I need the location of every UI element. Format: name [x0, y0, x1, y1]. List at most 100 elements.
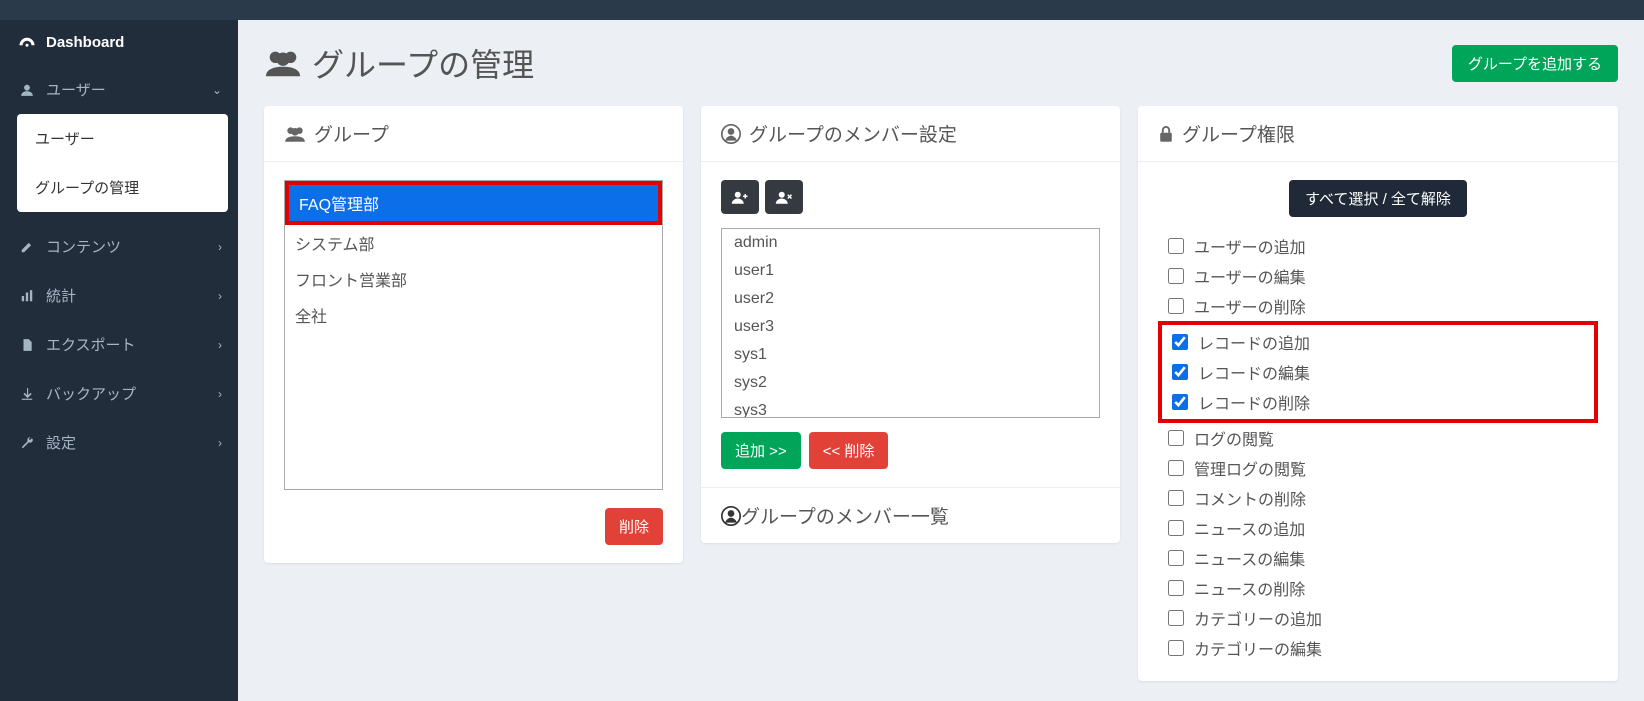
sidebar-label: Dashboard [46, 34, 124, 51]
permission-checkbox[interactable] [1168, 238, 1184, 254]
permissions-list: ユーザーの追加ユーザーの編集ユーザーの削除レコードの追加レコードの編集レコードの… [1158, 231, 1598, 663]
sidebar-item-dashboard[interactable]: Dashboard [0, 20, 238, 65]
file-icon [16, 338, 38, 352]
delete-group-button[interactable]: 削除 [605, 508, 663, 545]
chevron-right-icon: › [218, 240, 222, 254]
sidebar-sub-group[interactable]: グループの管理 [17, 163, 228, 212]
member-item[interactable]: sys3 [722, 397, 1099, 418]
permission-item[interactable]: レコードの追加 [1162, 327, 1594, 357]
permission-checkbox[interactable] [1168, 268, 1184, 284]
add-group-button[interactable]: グループを追加する [1452, 45, 1618, 82]
main-content: グループの管理 グループを追加する グループ FAQ管理部システム部フロント営業… [238, 20, 1644, 701]
panel-title: グループ [314, 120, 389, 147]
members-listbox[interactable]: adminuser1user2user3sys1sys2sys3 [721, 228, 1100, 418]
edit-icon [16, 240, 38, 254]
user-circle-icon [721, 124, 741, 144]
users-icon [284, 125, 306, 143]
group-item[interactable]: フロント営業部 [285, 261, 662, 297]
sidebar-sub-user[interactable]: ユーザー [17, 114, 228, 163]
top-bar [0, 0, 1644, 20]
member-item[interactable]: sys2 [722, 369, 1099, 397]
permission-label: ユーザーの削除 [1194, 294, 1306, 318]
permission-checkbox[interactable] [1168, 610, 1184, 626]
chevron-down-icon: ⌄ [212, 83, 222, 97]
permission-label: ユーザーの編集 [1194, 264, 1306, 288]
permission-label: ニュースの編集 [1194, 546, 1305, 570]
member-item[interactable]: user3 [722, 313, 1099, 341]
remove-member-icon-button[interactable] [765, 180, 803, 214]
sidebar-item-settings[interactable]: 設定 › [0, 418, 238, 467]
permission-label: ニュースの削除 [1194, 576, 1305, 600]
permission-label: カテゴリーの編集 [1194, 636, 1322, 660]
users-icon [264, 48, 302, 78]
permission-checkbox[interactable] [1168, 490, 1184, 506]
permission-item[interactable]: ニュースの削除 [1158, 573, 1598, 603]
sidebar-submenu: ユーザー グループの管理 [17, 114, 228, 212]
member-item[interactable]: admin [722, 229, 1099, 257]
permission-item[interactable]: レコードの削除 [1162, 387, 1594, 417]
toggle-all-button[interactable]: すべて選択 / 全て解除 [1289, 180, 1467, 217]
permission-label: コメントの削除 [1194, 486, 1306, 510]
sidebar: Dashboard ユーザー ⌄ ユーザー グループの管理 コンテンツ › 統計… [0, 20, 238, 701]
group-item[interactable]: 全社 [285, 297, 662, 333]
wrench-icon [16, 436, 38, 450]
member-item[interactable]: user1 [722, 257, 1099, 285]
permission-item[interactable]: カテゴリーの追加 [1158, 603, 1598, 633]
permission-item[interactable]: ユーザーの編集 [1158, 261, 1598, 291]
member-item[interactable]: sys1 [722, 341, 1099, 369]
permission-checkbox[interactable] [1168, 460, 1184, 476]
page-header: グループの管理 グループを追加する [264, 40, 1618, 86]
groups-listbox[interactable]: FAQ管理部システム部フロント営業部全社 [284, 180, 663, 490]
sidebar-item-stats[interactable]: 統計 › [0, 271, 238, 320]
add-button[interactable]: 追加 >> [721, 432, 801, 469]
permission-item[interactable]: レコードの編集 [1162, 357, 1594, 387]
group-item[interactable]: FAQ管理部 [285, 181, 662, 225]
permission-checkbox[interactable] [1168, 580, 1184, 596]
sidebar-item-backup[interactable]: バックアップ › [0, 369, 238, 418]
members-list-title: グループのメンバー一覧 [741, 502, 949, 529]
member-item[interactable]: user2 [722, 285, 1099, 313]
permission-item[interactable]: 管理ログの閲覧 [1158, 453, 1598, 483]
chevron-right-icon: › [218, 387, 222, 401]
permission-item[interactable]: ニュースの編集 [1158, 543, 1598, 573]
sidebar-label: コンテンツ [46, 236, 121, 257]
download-icon [16, 387, 38, 401]
permission-checkbox[interactable] [1168, 430, 1184, 446]
add-member-icon-button[interactable] [721, 180, 759, 214]
chevron-right-icon: › [218, 436, 222, 450]
permission-checkbox[interactable] [1168, 520, 1184, 536]
panel-title: グループのメンバー設定 [749, 120, 957, 147]
permission-label: レコードの削除 [1198, 390, 1310, 414]
permission-checkbox[interactable] [1172, 334, 1188, 350]
permission-item[interactable]: カテゴリーの編集 [1158, 633, 1598, 663]
stats-icon [16, 289, 38, 303]
permission-item[interactable]: ニュースの追加 [1158, 513, 1598, 543]
lock-icon [1158, 125, 1174, 143]
permission-checkbox[interactable] [1172, 364, 1188, 380]
permission-item[interactable]: ユーザーの削除 [1158, 291, 1598, 321]
permission-checkbox[interactable] [1168, 550, 1184, 566]
remove-button[interactable]: << 削除 [809, 432, 889, 469]
page-title: グループの管理 [312, 40, 534, 86]
permission-label: ニュースの追加 [1194, 516, 1305, 540]
permission-item[interactable]: ログの閲覧 [1158, 423, 1598, 453]
permission-label: レコードの追加 [1198, 330, 1310, 354]
sidebar-item-contents[interactable]: コンテンツ › [0, 222, 238, 271]
sidebar-item-user[interactable]: ユーザー ⌄ [0, 65, 238, 114]
sidebar-item-export[interactable]: エクスポート › [0, 320, 238, 369]
groups-panel: グループ FAQ管理部システム部フロント営業部全社 削除 [264, 106, 683, 563]
sidebar-label: 統計 [46, 285, 76, 306]
permission-checkbox[interactable] [1172, 394, 1188, 410]
permission-label: カテゴリーの追加 [1194, 606, 1322, 630]
permission-item[interactable]: コメントの削除 [1158, 483, 1598, 513]
user-circle-icon [721, 506, 741, 526]
members-panel: グループのメンバー設定 adminuser1user2user3sys1sys2… [701, 106, 1120, 543]
permission-item[interactable]: ユーザーの追加 [1158, 231, 1598, 261]
permission-checkbox[interactable] [1168, 298, 1184, 314]
group-item[interactable]: システム部 [285, 225, 662, 261]
permission-label: 管理ログの閲覧 [1194, 456, 1306, 480]
chevron-right-icon: › [218, 289, 222, 303]
user-icon [16, 83, 38, 97]
permission-checkbox[interactable] [1168, 640, 1184, 656]
sidebar-label: エクスポート [46, 334, 136, 355]
